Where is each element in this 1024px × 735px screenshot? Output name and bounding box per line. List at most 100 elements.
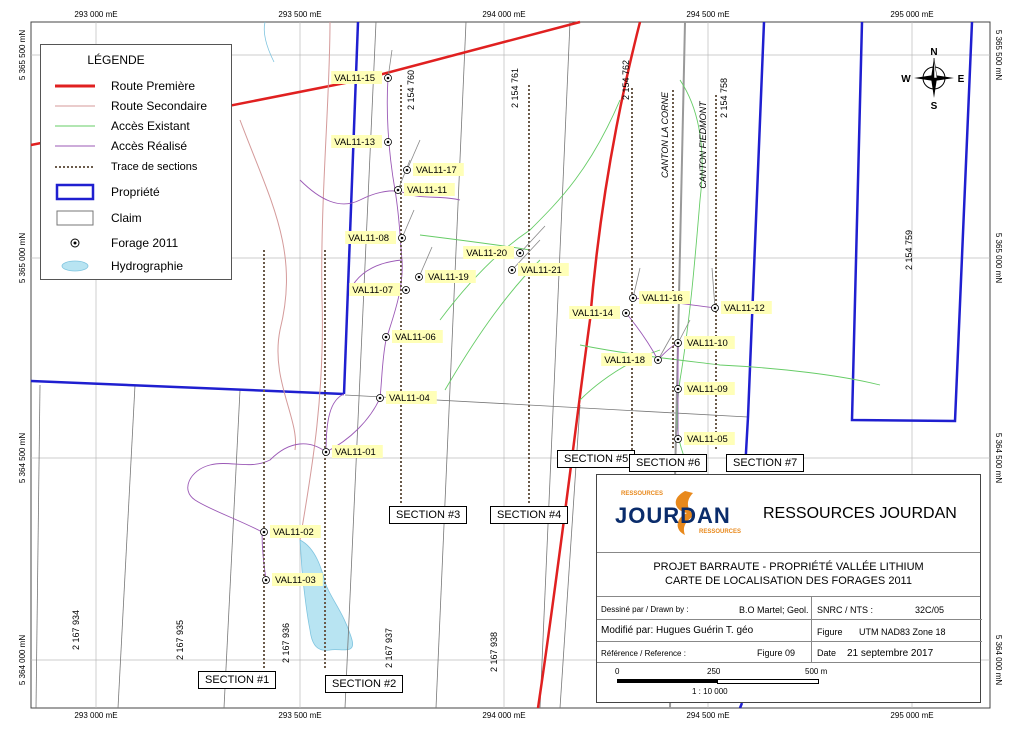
logo-small-top: RESSOURCES — [621, 491, 664, 497]
drillhole-label: VAL11-16 — [642, 293, 683, 304]
drillhole-collar-dot — [386, 76, 390, 80]
claim-label: 2 154 762 — [621, 60, 631, 100]
legend-item-drillhole: Forage 2011 — [53, 234, 178, 252]
section-label: SECTION #5 — [557, 450, 636, 468]
reference-label: Référence / Reference : — [601, 649, 686, 658]
drawn-label: Dessiné par / Drawn by : — [601, 605, 689, 614]
drawn-value: B.O Martel; Geol. — [739, 605, 809, 615]
legend-label: Trace de sections — [111, 161, 198, 173]
northing-label-right: 5 364 000 mN — [994, 635, 1003, 685]
compass-n: N — [930, 47, 937, 58]
drillhole-collar-dot — [396, 188, 400, 192]
drillhole-collar-dot — [262, 530, 266, 534]
drillhole-label: VAL11-09 — [687, 384, 728, 395]
drillhole-label: VAL11-21 — [521, 265, 562, 276]
drillhole-label: VAL11-05 — [687, 434, 728, 445]
compass-e: E — [958, 74, 965, 85]
drillhole-collar-dot — [624, 311, 628, 315]
legend-item-existing-access: Accès Existant — [53, 117, 190, 135]
drillhole-swatch — [70, 238, 80, 248]
section-label: SECTION #3 — [389, 506, 468, 524]
easting-label-bottom: 293 500 mE — [278, 711, 321, 720]
drillhole-label: VAL11-18 — [604, 355, 645, 366]
scale-label-500: 500 m — [805, 667, 828, 676]
drillhole-collar-dot — [713, 306, 717, 310]
drillhole-collar-dot — [676, 437, 680, 441]
northing-label-left: 5 365 500 mN — [18, 30, 27, 80]
date-label: Date — [817, 648, 837, 658]
claim-label: 2 167 934 — [71, 610, 81, 650]
legend-item-property: Propriété — [53, 183, 160, 201]
snrc-value: 32C/05 — [915, 605, 945, 615]
title-project: PROJET BARRAUTE - PROPRIÉTÉ VALLÉE LITHI… — [597, 553, 980, 597]
drillhole-label: VAL11-11 — [407, 185, 447, 196]
legend-label: Route Secondaire — [111, 99, 208, 113]
snrc-label: SNRC / NTS : — [817, 605, 874, 615]
drillhole-label: VAL11-17 — [416, 165, 457, 176]
northing-label-right: 5 364 500 mN — [994, 433, 1003, 483]
drillhole-label: VAL11-15 — [334, 73, 375, 84]
northing-label-right: 5 365 500 mN — [994, 30, 1003, 80]
legend-title: LÉGENDE — [87, 53, 145, 67]
section-label: SECTION #2 — [325, 675, 404, 693]
compass-s: S — [931, 101, 938, 112]
scale-label-0: 0 — [615, 667, 620, 676]
drillhole-collar-dot — [656, 358, 660, 362]
scale-bar: 0 250 500 m 1 : 10 000 — [597, 663, 980, 704]
drillhole-label: VAL11-06 — [395, 332, 436, 343]
drillhole-label: VAL11-07 — [352, 285, 393, 296]
legend-label: Accès Existant — [111, 119, 190, 133]
easting-label-top: 295 000 mE — [890, 10, 933, 19]
drillhole-collar-dot — [417, 275, 421, 279]
title-block: RESSOURCES JOURDAN RESSOURCES RESSOURCES… — [596, 474, 982, 704]
claim-label: 2 154 758 — [719, 78, 729, 118]
claim-label: 2 154 759 — [904, 230, 914, 270]
easting-label-bottom: 294 500 mE — [686, 711, 729, 720]
easting-label-bottom: 293 000 mE — [74, 711, 117, 720]
scale-label-250: 250 — [707, 667, 721, 676]
drillhole-collar-dot — [518, 251, 522, 255]
legend-item-claim: Claim — [53, 209, 142, 227]
legend-item-section-trace: Trace de sections — [53, 158, 197, 176]
easting-label-top: 294 000 mE — [482, 10, 525, 19]
primary-road-swatch — [55, 84, 95, 88]
date-value: 21 septembre 2017 — [847, 648, 934, 659]
drillhole-collar-dot — [631, 296, 635, 300]
claim-swatch — [56, 210, 94, 226]
claim-label: 2 167 938 — [489, 632, 499, 672]
drillhole-collar-dot — [384, 335, 388, 339]
northing-label-left: 5 364 000 mN — [18, 635, 27, 685]
property-swatch — [55, 183, 95, 201]
drillhole-collar-dot — [405, 168, 409, 172]
drillhole-collar-dot — [510, 268, 514, 272]
section-label: SECTION #7 — [726, 454, 805, 472]
company-name: RESSOURCES JOURDAN — [763, 505, 957, 522]
figure-label: Figure — [817, 627, 843, 637]
legend-item-realized-access: Accès Réalisé — [53, 137, 187, 155]
drillhole-label: VAL11-19 — [428, 272, 469, 283]
drillhole-collar-dot — [264, 578, 268, 582]
canton-label: CANTON FIEDMONT — [698, 100, 708, 189]
drillhole-label: VAL11-08 — [348, 233, 389, 244]
logo-text: JOURDAN — [615, 503, 731, 528]
northing-label-left: 5 364 500 mN — [18, 433, 27, 483]
legend-label: Forage 2011 — [111, 236, 179, 250]
scale-bar-black — [617, 679, 717, 683]
easting-label-bottom: 295 000 mE — [890, 711, 933, 720]
canton-label: CANTON LA CORNE — [660, 91, 670, 178]
claim-label: 2 154 761 — [510, 68, 520, 108]
legend-item-secondary-road: Route Secondaire — [53, 97, 207, 115]
drillhole-label: VAL11-02 — [273, 527, 314, 538]
easting-label-top: 293 500 mE — [278, 10, 321, 19]
modified-by: Modifié par: Hugues Guérin T. géo — [601, 625, 754, 636]
legend-label: Claim — [111, 211, 142, 225]
claim-label: 2 167 935 — [175, 620, 185, 660]
drillhole-label: VAL11-10 — [687, 338, 728, 349]
legend-label: Route Première — [111, 79, 196, 93]
drillhole-collar-dot — [324, 450, 328, 454]
northing-label-left: 5 365 000 mN — [18, 233, 27, 283]
secondary-road-swatch — [55, 105, 95, 107]
drillhole-collar-dot — [676, 387, 680, 391]
scale-bar-white — [717, 679, 819, 684]
projection: UTM NAD83 Zone 18 — [859, 627, 946, 637]
